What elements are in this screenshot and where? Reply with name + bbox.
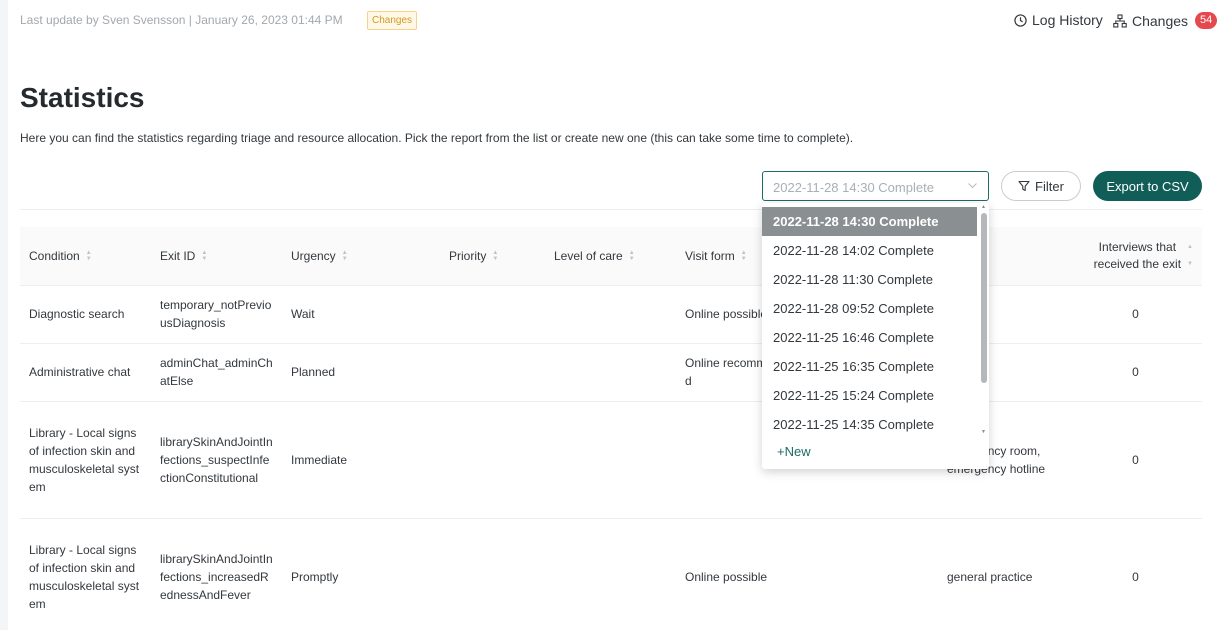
column-header-interviews[interactable]: Interviews that received the exit ▲ ▼ (1069, 227, 1202, 286)
new-report-option[interactable]: +New (762, 437, 977, 466)
chevron-down-icon (968, 183, 977, 189)
changes-tag[interactable]: Changes (367, 11, 418, 30)
cell-level-of-care (545, 401, 676, 519)
cell-urgency: Immediate (282, 401, 440, 519)
cell-exit-id: librarySkinAndJointInfections_suspectInf… (151, 401, 282, 519)
cell-level-of-care (545, 285, 676, 344)
cell-condition: Diagnostic search (20, 285, 151, 344)
cell-level-of-care (545, 343, 676, 402)
column-header-urgency[interactable]: Urgency ▲ ▼ (282, 227, 440, 286)
cell-urgency: Promptly (282, 518, 440, 630)
cell-exit-id: adminChat_adminChatElse (151, 343, 282, 402)
cell-condition: Library - Local signs of infection skin … (20, 518, 151, 630)
cell-empty (807, 518, 938, 630)
page-title: Statistics (20, 82, 145, 113)
report-option[interactable]: 2022-11-28 14:02 Complete (762, 236, 977, 265)
cell-priority (440, 518, 545, 630)
table-header-row: Condition ▲ ▼ Exit ID ▲ ▼ Urgency ▲ ▼ Priority… (20, 227, 1202, 286)
top-bar: Last update by Sven Svensson | January 2… (8, 0, 1225, 42)
report-option[interactable]: 2022-11-25 15:24 Complete (762, 381, 977, 410)
report-option[interactable]: 2022-11-28 14:30 Complete (762, 207, 977, 236)
column-header-condition[interactable]: Condition ▲ ▼ (20, 227, 151, 286)
cell-visit-form: Online possible (676, 518, 807, 630)
table-row[interactable]: Library - Local signs of infection skin … (20, 518, 1202, 630)
dropdown-scrollbar[interactable]: ▲ ▼ (981, 204, 987, 435)
report-option[interactable]: 2022-11-28 11:30 Complete (762, 265, 977, 294)
column-header-exit-id[interactable]: Exit ID ▲ ▼ (151, 227, 282, 286)
changes-link[interactable]: Changes 54 (1113, 12, 1218, 29)
cell-interviews: 0 (1069, 401, 1202, 519)
cell-urgency: Planned (282, 343, 440, 402)
report-dropdown: 2022-11-28 14:30 Complete 2022-11-28 14:… (762, 203, 989, 469)
log-history-link[interactable]: Log History (1014, 12, 1103, 28)
report-option[interactable]: 2022-11-25 16:35 Complete (762, 352, 977, 381)
sort-icon[interactable]: ▲▼ (201, 250, 207, 262)
table-row[interactable]: Diagnostic search temporary_notPreviousD… (20, 285, 1202, 344)
report-option[interactable]: 2022-11-25 14:35 Complete (762, 410, 977, 439)
cell-condition: Administrative chat (20, 343, 151, 402)
sort-icon[interactable]: ▲▼ (629, 250, 635, 262)
report-option[interactable]: 2022-11-25 16:46 Complete (762, 323, 977, 352)
cell-level-of-care (545, 518, 676, 630)
cell-interviews: 0 (1069, 343, 1202, 402)
changes-label: Changes (1132, 12, 1189, 29)
cell-interviews: 0 (1069, 518, 1202, 630)
statistics-table: Condition ▲ ▼ Exit ID ▲ ▼ Urgency ▲ ▼ Priority… (20, 227, 1202, 630)
last-update-text: Last update by Sven Svensson | January 2… (20, 13, 343, 27)
report-option[interactable]: 2022-11-28 09:52 Complete (762, 294, 977, 323)
hierarchy-icon (1113, 13, 1127, 28)
column-header-priority[interactable]: Priority ▲ ▼ (440, 227, 545, 286)
cell-priority (440, 285, 545, 344)
export-csv-button[interactable]: Export to CSV (1093, 171, 1202, 201)
report-select-value: 2022-11-28 14:30 Complete (773, 180, 934, 195)
statistics-page: Last update by Sven Svensson | January 2… (8, 0, 1225, 630)
cell-condition: Library - Local signs of infection skin … (20, 401, 151, 519)
scroll-up-icon[interactable]: ▲ (981, 204, 986, 210)
sort-icon[interactable]: ▲▼ (342, 250, 348, 262)
sort-icon[interactable]: ▲▼ (741, 250, 747, 262)
table-row[interactable]: Library - Local signs of infection skin … (20, 401, 1202, 519)
cell-interviews: 0 (1069, 285, 1202, 344)
clock-icon (1014, 13, 1027, 27)
page-description: Here you can find the statistics regardi… (20, 131, 854, 145)
scrollbar-thumb[interactable] (981, 213, 987, 383)
filter-label: Filter (1035, 178, 1064, 194)
column-header-level-of-care[interactable]: Level of care ▲ ▼ (545, 227, 676, 286)
funnel-icon (1018, 180, 1030, 192)
log-history-label: Log History (1032, 12, 1103, 28)
changes-count-badge: 54 (1195, 12, 1218, 29)
cell-exit-id: librarySkinAndJointInfections_increasedR… (151, 518, 282, 630)
sort-icon[interactable]: ▲▼ (492, 250, 498, 262)
table-row[interactable]: Administrative chat adminChat_adminChatE… (20, 343, 1202, 402)
sort-icon[interactable]: ▲▼ (86, 250, 92, 262)
sort-icon[interactable]: ▲▼ (1187, 239, 1193, 273)
scroll-down-icon[interactable]: ▼ (981, 429, 986, 435)
cell-facility: general practice (938, 518, 1069, 630)
report-select[interactable]: 2022-11-28 14:30 Complete (762, 171, 989, 201)
cell-urgency: Wait (282, 285, 440, 344)
cell-priority (440, 401, 545, 519)
cell-priority (440, 343, 545, 402)
cell-exit-id: temporary_notPreviousDiagnosis (151, 285, 282, 344)
filter-button[interactable]: Filter (1001, 171, 1081, 201)
divider (20, 209, 1202, 210)
